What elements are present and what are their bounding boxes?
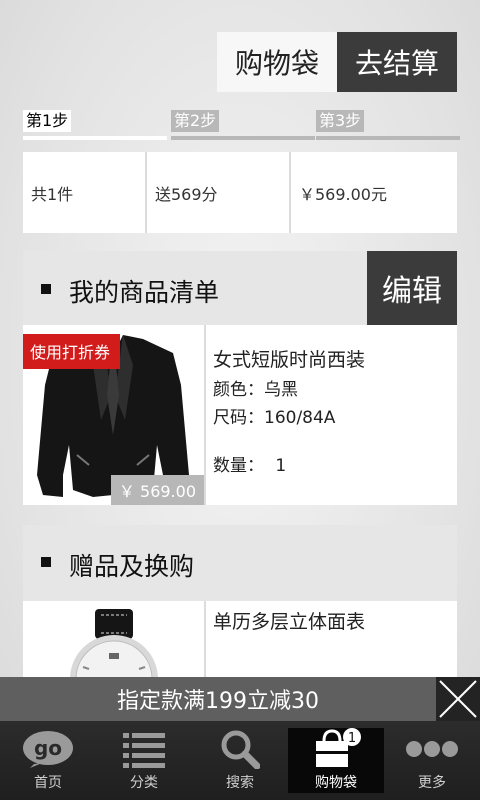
edit-button[interactable]: 编辑 xyxy=(367,251,457,325)
product-list-header: 我的商品清单 编辑 xyxy=(23,251,457,325)
shopping-bag-icon: 1 xyxy=(306,728,366,769)
order-summary: 共1件 送569分 ￥569.00元 xyxy=(23,152,457,233)
tab-more[interactable]: 更多 xyxy=(384,721,480,800)
product-size: 尺码：160/84A xyxy=(213,408,336,428)
tab-more-label: 更多 xyxy=(418,775,446,791)
step-2-bar xyxy=(171,136,315,140)
tab-shopping-bag[interactable]: 1 购物袋 xyxy=(288,728,384,793)
tab-category-label: 分类 xyxy=(130,775,158,791)
promo-banner[interactable]: 指定款满199立减30 xyxy=(0,677,480,721)
product-item[interactable]: 使用打折券 ￥ 569.00 女式短版时尚西装 颜色：乌黑 尺码：160/84A… xyxy=(23,325,457,505)
tab-search-label: 搜索 xyxy=(226,775,254,791)
watch-image xyxy=(70,609,158,677)
step-3-bar xyxy=(316,136,460,140)
close-button[interactable] xyxy=(436,677,480,721)
page-title: 购物袋 xyxy=(217,32,337,92)
cart-badge-count: 1 xyxy=(348,731,356,746)
tab-search[interactable]: 搜索 xyxy=(192,721,288,800)
gift-image[interactable] xyxy=(23,601,206,677)
header: 购物袋 去结算 xyxy=(217,32,457,92)
product-list-title: 我的商品清单 xyxy=(69,278,220,307)
step-2: 第2步 xyxy=(171,108,315,140)
bottom-tab-bar: go 首页 分类 搜索 1 购物袋 更多 xyxy=(0,721,480,800)
coupon-badge[interactable]: 使用打折券 xyxy=(23,334,121,369)
product-quantity: 数量： 1 xyxy=(213,451,286,476)
product-name: 女式短版时尚西装 xyxy=(213,349,366,371)
gift-section-title: 赠品及换购 xyxy=(69,552,195,581)
step-3: 第3步 xyxy=(316,108,460,140)
reward-points: 送569分 xyxy=(145,152,289,233)
close-icon xyxy=(439,680,477,718)
gift-item[interactable]: 单历多层立体面表 xyxy=(23,601,457,677)
bullet-square xyxy=(41,557,51,567)
tab-home-label: 首页 xyxy=(34,775,62,791)
gift-name: 单历多层立体面表 xyxy=(213,611,366,633)
product-image[interactable]: 使用打折券 ￥ 569.00 xyxy=(23,325,206,505)
step-progress: 第1步 第2步 第3步 xyxy=(23,108,460,140)
tab-category[interactable]: 分类 xyxy=(96,721,192,800)
tab-shopping-bag-label: 购物袋 xyxy=(315,775,357,791)
go-home-icon: go xyxy=(18,729,78,769)
step-1-label: 第1步 xyxy=(23,110,72,132)
list-icon xyxy=(114,729,174,769)
step-1-bar xyxy=(23,136,167,140)
more-dots-icon xyxy=(402,729,462,769)
step-2-label: 第2步 xyxy=(171,110,220,132)
gift-section-header: 赠品及换购 xyxy=(23,525,457,601)
tab-home[interactable]: go 首页 xyxy=(0,721,96,800)
search-icon xyxy=(210,729,270,769)
quantity-value[interactable]: 1 xyxy=(275,456,286,476)
step-3-label: 第3步 xyxy=(316,110,365,132)
product-color: 颜色：乌黑 xyxy=(213,380,298,400)
product-price-tag: ￥ 569.00 xyxy=(110,475,204,505)
total-price: ￥569.00元 xyxy=(289,152,457,233)
step-1: 第1步 xyxy=(23,108,167,140)
bullet-square xyxy=(41,284,51,294)
promo-text[interactable]: 指定款满199立减30 xyxy=(0,677,436,721)
quantity-label: 数量： xyxy=(213,456,264,476)
svg-text:go: go xyxy=(34,736,62,760)
item-count: 共1件 xyxy=(31,184,74,204)
checkout-button[interactable]: 去结算 xyxy=(337,32,457,92)
